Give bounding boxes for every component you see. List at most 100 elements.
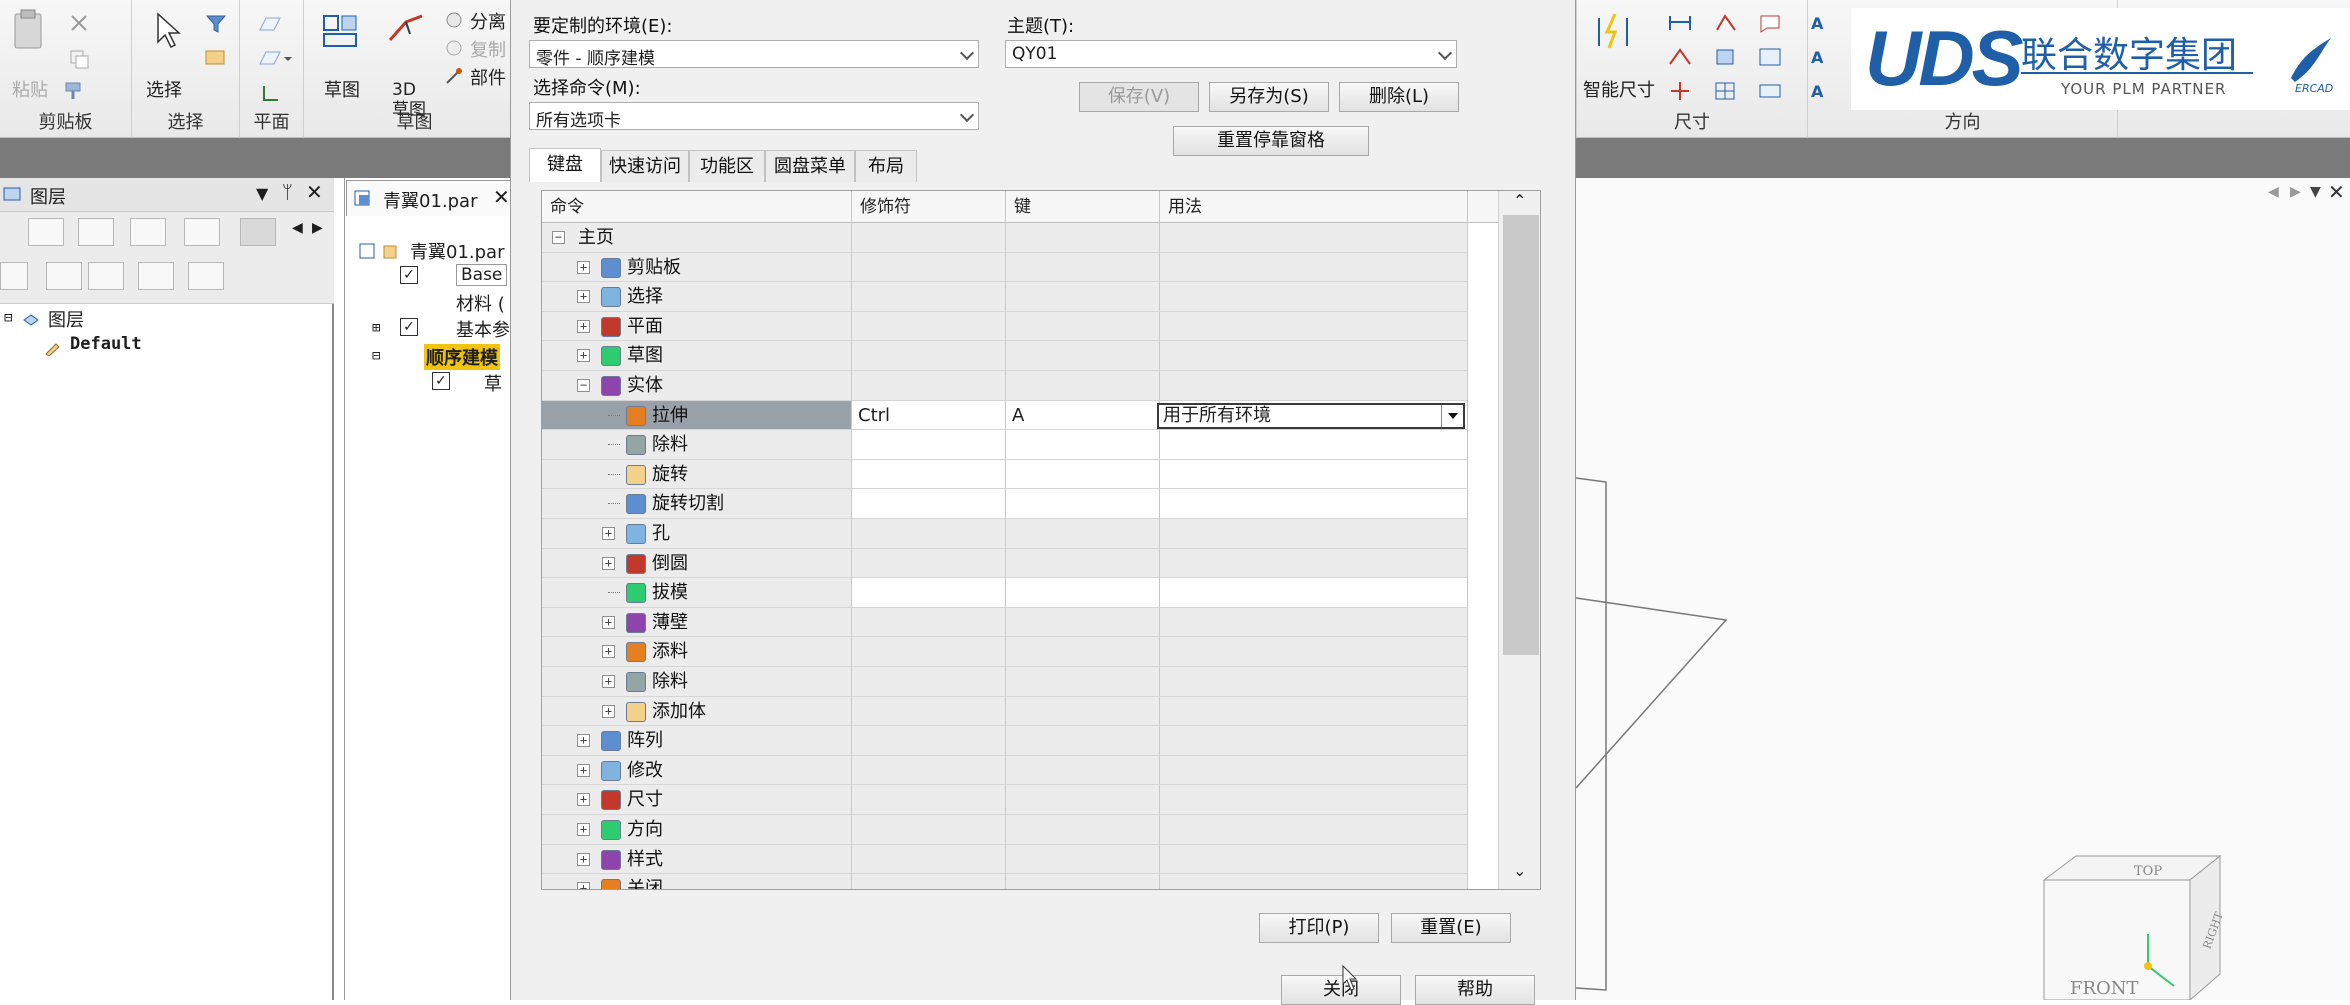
scroll-left-icon[interactable]: ◀ — [292, 220, 303, 236]
tab-radial-menu[interactable]: 圆盘菜单 — [765, 150, 855, 182]
layer-tool-2-icon[interactable] — [78, 218, 114, 246]
table-cell[interactable] — [1006, 755, 1160, 786]
expand-icon[interactable]: + — [577, 882, 590, 889]
table-cell[interactable] — [542, 459, 852, 490]
checkbox-icon[interactable]: ✓ — [432, 372, 450, 390]
table-row[interactable]: 除料 — [542, 430, 1498, 460]
col-modifier[interactable]: 修饰符 — [852, 191, 1006, 223]
table-row[interactable]: + 倒圆 — [542, 548, 1498, 579]
scroll-thumb[interactable] — [1503, 215, 1539, 655]
table-cell[interactable] — [1160, 548, 1468, 579]
dim-grid-icon[interactable] — [1713, 80, 1739, 102]
expand-icon[interactable]: + — [577, 290, 590, 304]
plane-coord-icon[interactable] — [256, 82, 284, 104]
tree-expand-icon[interactable]: ⊞ — [372, 320, 380, 336]
tab-layout[interactable]: 布局 — [855, 150, 917, 182]
table-cell[interactable] — [542, 607, 852, 638]
table-cell[interactable] — [1160, 519, 1468, 549]
view-cube-top[interactable]: TOP — [2134, 864, 2162, 879]
col-command[interactable]: 命令 — [542, 191, 852, 223]
table-row[interactable]: 旋转切割 — [542, 489, 1498, 519]
table-cell[interactable] — [1006, 874, 1160, 889]
dim-coord-icon[interactable] — [1713, 46, 1739, 68]
table-cell[interactable] — [1006, 815, 1160, 845]
layer-new-icon[interactable] — [0, 262, 28, 290]
table-row[interactable]: + 孔 — [542, 519, 1498, 549]
table-cell[interactable] — [1160, 459, 1468, 490]
env-select[interactable]: 零件 - 顺序建模 — [529, 40, 979, 69]
table-cell[interactable] — [852, 341, 1006, 371]
graphics-viewport[interactable]: ◀ ▶ ▼ ✕ TOP FRONT RIGHT — [1576, 178, 2350, 1002]
split-icon[interactable] — [444, 10, 464, 30]
command-select[interactable]: 所有选项卡 — [529, 102, 979, 131]
delete-button[interactable]: 删除(L) — [1339, 82, 1459, 112]
tab-close-icon[interactable]: ✕ — [493, 185, 510, 209]
table-cell[interactable] — [1160, 607, 1468, 638]
panel-dropdown-icon[interactable]: ▼ — [256, 184, 268, 203]
table-row[interactable]: + 薄壁 — [542, 607, 1498, 638]
select-label[interactable]: 选择 — [146, 76, 182, 102]
table-row[interactable]: + 阵列 — [542, 726, 1498, 756]
table-cell[interactable] — [1160, 726, 1468, 756]
table-row[interactable]: + 样式 — [542, 844, 1498, 875]
text-style-icon[interactable]: A — [1808, 46, 1830, 68]
table-cell[interactable] — [542, 519, 852, 549]
table-cell[interactable] — [1160, 785, 1468, 815]
table-cell[interactable] — [1160, 430, 1468, 460]
table-cell[interactable] — [1006, 667, 1160, 697]
table-row[interactable]: − 主页 — [542, 223, 1498, 253]
table-cell[interactable] — [1160, 755, 1468, 786]
table-cell[interactable] — [542, 637, 852, 667]
expand-icon[interactable]: + — [577, 852, 590, 866]
table-cell[interactable] — [852, 578, 1006, 608]
table-row[interactable]: − 实体 — [542, 371, 1498, 401]
expand-icon[interactable]: + — [602, 527, 615, 540]
table-row[interactable]: + 除料 — [542, 667, 1498, 697]
dim-chain-icon[interactable] — [1713, 12, 1739, 34]
format-painter-icon[interactable] — [64, 80, 90, 102]
dim-symmetric-icon[interactable] — [1667, 80, 1693, 102]
pin-icon[interactable]: ᛘ — [282, 182, 293, 203]
checkbox-icon[interactable]: ✓ — [400, 318, 418, 336]
expand-icon[interactable]: + — [577, 734, 590, 748]
help-button[interactable]: 帮助 — [1415, 975, 1535, 1005]
paste-icon[interactable] — [12, 8, 46, 52]
table-cell[interactable] — [1006, 637, 1160, 667]
close-icon[interactable]: ✕ — [306, 180, 323, 204]
table-cell[interactable] — [1006, 400, 1160, 431]
table-cell[interactable] — [1006, 282, 1160, 312]
table-cell[interactable] — [1006, 844, 1160, 875]
reset-docking-button[interactable]: 重置停靠窗格 — [1173, 126, 1369, 156]
table-cell[interactable] — [852, 637, 1006, 667]
sketch-3d-icon[interactable] — [386, 10, 426, 46]
table-cell[interactable] — [542, 667, 852, 697]
layer-lock-icon[interactable] — [138, 262, 174, 290]
expand-icon[interactable]: + — [602, 675, 615, 688]
theme-select[interactable]: QY01 — [1005, 40, 1457, 68]
expand-icon[interactable]: + — [602, 645, 615, 659]
table-row[interactable]: + 关闭 — [542, 874, 1498, 889]
tree-item-material[interactable]: 材料 ( — [456, 290, 505, 316]
table-cell[interactable] — [1160, 282, 1468, 312]
smart-dimension-icon[interactable] — [1593, 10, 1633, 50]
table-cell[interactable] — [1160, 311, 1468, 342]
dim-linear-icon[interactable] — [1667, 12, 1693, 34]
expand-icon[interactable]: + — [577, 349, 590, 363]
table-cell[interactable] — [1160, 578, 1468, 608]
plane-icon[interactable] — [256, 14, 284, 34]
collapse-icon[interactable]: − — [552, 231, 565, 244]
save-as-button[interactable]: 另存为(S) — [1209, 82, 1329, 112]
table-cell[interactable] — [852, 459, 1006, 490]
modifier-value[interactable]: Ctrl — [852, 401, 890, 430]
table-cell[interactable] — [852, 548, 1006, 579]
expand-icon[interactable]: + — [577, 793, 590, 807]
expand-icon[interactable]: + — [577, 260, 590, 274]
tree-collapse-icon[interactable]: ⊟ — [372, 348, 380, 364]
layers-tree-root[interactable]: 图层 — [48, 306, 84, 332]
table-cell[interactable] — [1160, 637, 1468, 667]
copy-icon[interactable] — [68, 48, 90, 70]
table-row[interactable]: + 选择 — [542, 282, 1498, 312]
tree-item-sequential[interactable]: 顺序建模 — [424, 344, 500, 370]
table-cell[interactable] — [1160, 696, 1468, 727]
table-cell[interactable] — [1006, 489, 1160, 519]
